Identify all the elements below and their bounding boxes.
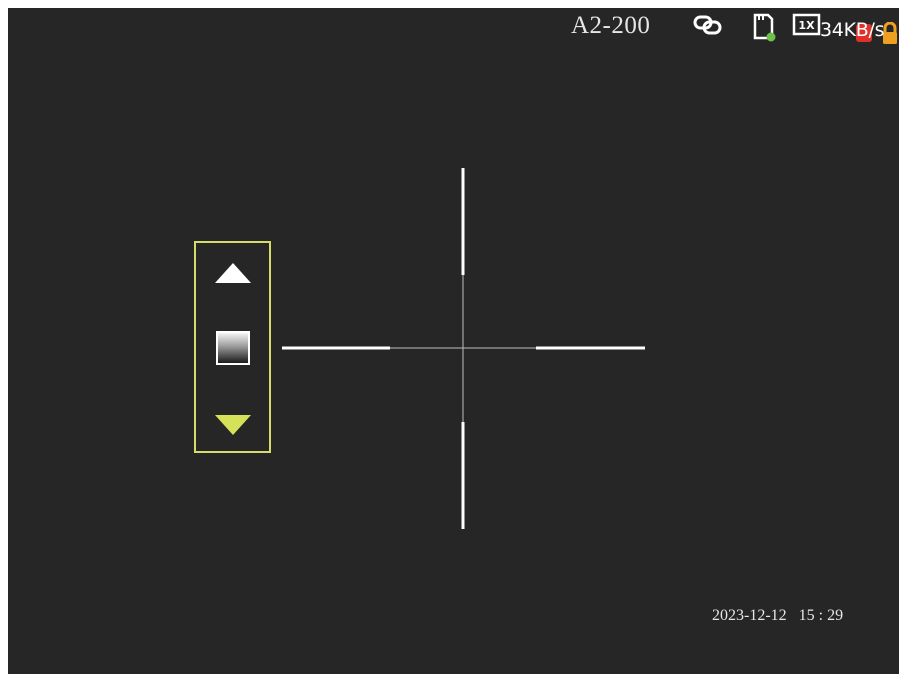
arrow-down-icon xyxy=(214,415,251,435)
stop-button[interactable] xyxy=(196,323,269,373)
crosshair-reticle xyxy=(282,168,645,529)
control-panel xyxy=(194,241,271,453)
timestamp: 2023-12-12 15 : 29 xyxy=(712,607,844,624)
tilt-down-button[interactable] xyxy=(196,405,269,445)
arrow-up-icon xyxy=(214,263,251,283)
square-icon xyxy=(215,331,250,365)
camera-view: A2-200 1X 34KB/s 2023-12-12 15: 29 xyxy=(8,8,899,674)
tilt-up-button[interactable] xyxy=(196,253,269,293)
network-speed-label: 34KB/s xyxy=(820,19,885,41)
